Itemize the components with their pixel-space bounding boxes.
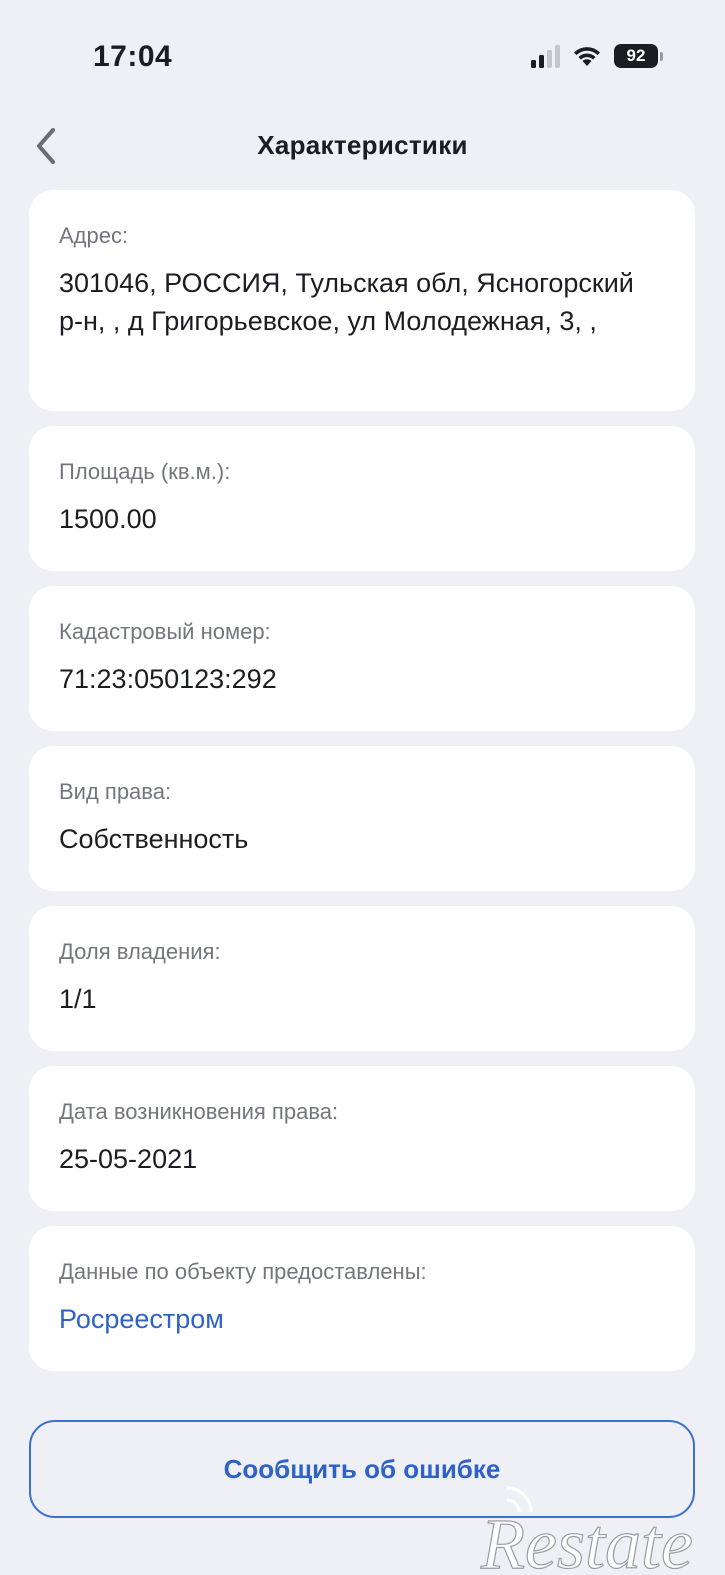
wifi-icon bbox=[574, 47, 600, 66]
field-label: Адрес: bbox=[59, 223, 129, 248]
details-list: Адрес: 301046, РОССИЯ, Тульская обл, Ясн… bbox=[29, 190, 695, 1386]
field-label: Доля владения: bbox=[59, 939, 221, 964]
card-area: Площадь (кв.м.): 1500.00 bbox=[29, 426, 695, 571]
card-ownership-share: Доля владения: 1/1 bbox=[29, 906, 695, 1051]
card-address: Адрес: 301046, РОССИЯ, Тульская обл, Ясн… bbox=[29, 190, 695, 411]
field-value: 25-05-2021 bbox=[59, 1144, 198, 1174]
field-label: Площадь (кв.м.): bbox=[59, 459, 231, 484]
status-time: 17:04 bbox=[93, 40, 173, 73]
nav-bar: Характеристики bbox=[0, 118, 725, 174]
field-value: Собственность bbox=[59, 824, 249, 854]
status-icons: 92 bbox=[531, 44, 663, 68]
field-value: 1500.00 bbox=[59, 504, 157, 534]
field-value: 301046, РОССИЯ, Тульская обл, Ясногорски… bbox=[59, 268, 634, 336]
signal-icon bbox=[531, 44, 560, 68]
field-label: Данные по объекту предоставлены: bbox=[59, 1259, 427, 1284]
card-right-type: Вид права: Собственность bbox=[29, 746, 695, 891]
page-title: Характеристики bbox=[257, 130, 468, 160]
card-right-date: Дата возникновения права: 25-05-2021 bbox=[29, 1066, 695, 1211]
rosreestr-link[interactable]: Росреестром bbox=[59, 1300, 665, 1338]
field-label: Кадастровый номер: bbox=[59, 619, 271, 644]
field-label: Дата возникновения права: bbox=[59, 1099, 339, 1124]
battery-icon: 92 bbox=[614, 44, 663, 68]
field-label: Вид права: bbox=[59, 779, 172, 804]
battery-level: 92 bbox=[614, 44, 658, 68]
card-data-source: Данные по объекту предоставлены: Росреес… bbox=[29, 1226, 695, 1371]
card-cadastral-number: Кадастровый номер: 71:23:050123:292 bbox=[29, 586, 695, 731]
status-bar: 17:04 92 bbox=[0, 0, 725, 110]
field-value: 71:23:050123:292 bbox=[59, 664, 277, 694]
report-error-button[interactable]: Сообщить об ошибке bbox=[29, 1420, 695, 1518]
field-value: 1/1 bbox=[59, 984, 97, 1014]
